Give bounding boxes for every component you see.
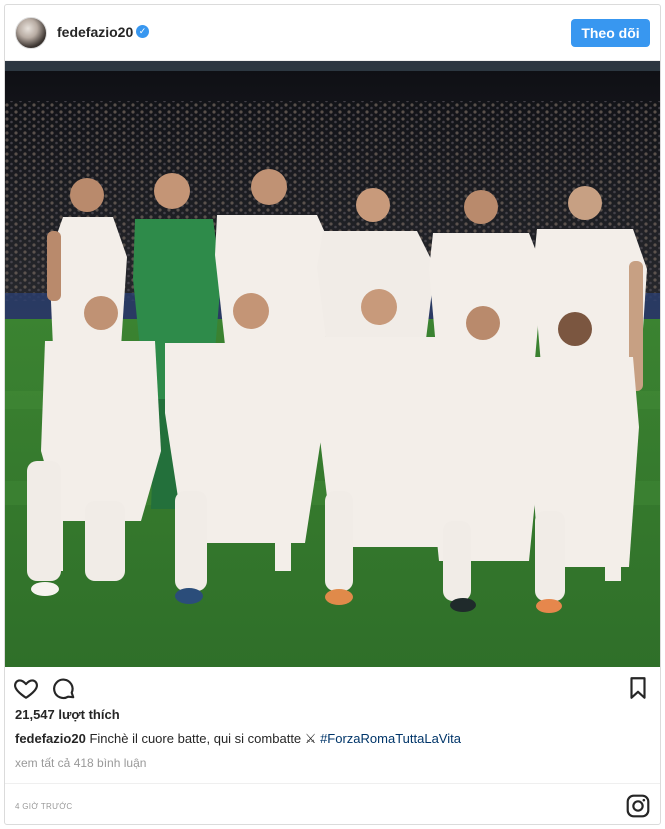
- view-all-comments-link[interactable]: xem tất cả 418 bình luận: [15, 756, 146, 770]
- like-count-number: 21,547: [15, 707, 55, 722]
- caption-text: Finchè il cuore batte, qui si combatte ⚔: [89, 731, 317, 746]
- like-count[interactable]: 21,547 lượt thích: [15, 707, 120, 722]
- timestamp[interactable]: 4 GIỜ TRƯỚC: [15, 802, 73, 811]
- verified-badge-icon: ✓: [136, 25, 149, 38]
- caption: fedefazio20 Finchè il cuore batte, qui s…: [15, 731, 461, 747]
- action-bar: [5, 667, 660, 707]
- post-footer: 4 GIỜ TRƯỚC: [5, 783, 660, 824]
- caption-username-link[interactable]: fedefazio20: [15, 731, 86, 746]
- avatar[interactable]: [15, 17, 47, 49]
- heart-icon[interactable]: [13, 675, 39, 701]
- team-photo-image: [5, 61, 660, 667]
- post-card: fedefazio20 ✓ Theo dõi 21,547 lượt thích…: [4, 4, 661, 825]
- instagram-icon[interactable]: [625, 793, 651, 819]
- username-link[interactable]: fedefazio20: [57, 24, 133, 40]
- post-header: fedefazio20 ✓ Theo dõi: [5, 5, 660, 61]
- post-photo[interactable]: [5, 61, 660, 667]
- bookmark-icon[interactable]: [625, 675, 651, 701]
- like-count-label: lượt thích: [58, 707, 120, 722]
- comment-icon[interactable]: [51, 675, 77, 701]
- caption-hashtag-link[interactable]: #ForzaRomaTuttaLaVita: [320, 731, 461, 746]
- follow-button[interactable]: Theo dõi: [571, 19, 650, 47]
